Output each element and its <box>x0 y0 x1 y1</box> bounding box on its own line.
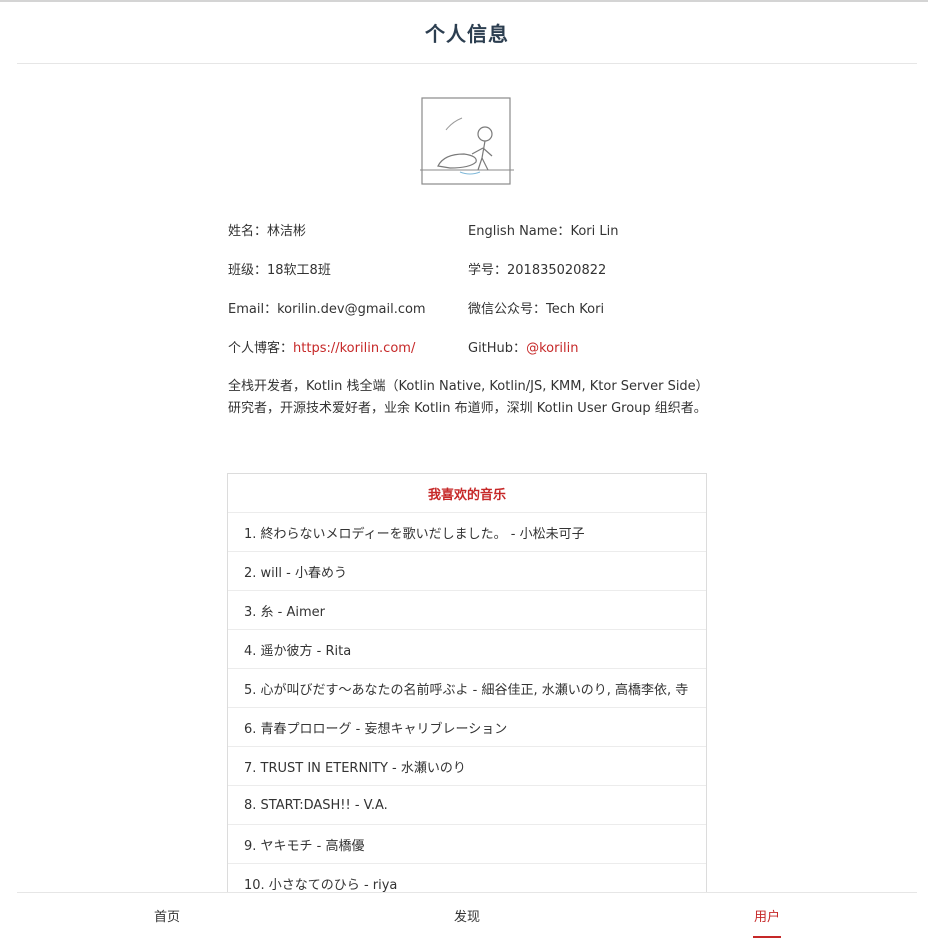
class-value: 18软工8班 <box>267 263 331 278</box>
info-row: Email：korilin.dev@gmail.com 微信公众号：Tech K… <box>228 298 708 337</box>
class-field: 班级：18软工8班 <box>228 259 468 278</box>
student-id-value: 201835020822 <box>507 263 607 278</box>
name-label: 姓名： <box>228 224 268 239</box>
music-list-item[interactable]: 2. will - 小春めう <box>228 552 706 591</box>
wechat-field: 微信公众号：Tech Kori <box>468 298 708 317</box>
tab-user[interactable]: 用户 <box>617 893 917 938</box>
github-field: GitHub：@korilin <box>468 337 708 356</box>
stick-figure-avatar-icon <box>420 97 514 185</box>
bottom-tab-bar: 首页 发现 用户 <box>17 892 917 938</box>
music-list-item[interactable]: 1. 終わらないメロディーを歌いだしました。 - 小松未可子 <box>228 513 706 552</box>
info-row: 个人博客：https://korilin.com/ GitHub：@korili… <box>228 337 708 376</box>
avatar <box>420 96 516 188</box>
music-list-item[interactable]: 7. TRUST IN ETERNITY - 水瀬いのり <box>228 747 706 786</box>
music-list-item[interactable]: 9. ヤキモチ - 高橋優 <box>228 825 706 864</box>
music-list-item[interactable]: 3. 糸 - Aimer <box>228 591 706 630</box>
tab-home[interactable]: 首页 <box>17 893 317 938</box>
student-id-field: 学号：201835020822 <box>468 259 708 278</box>
class-label: 班级： <box>228 263 268 278</box>
tab-discover[interactable]: 发现 <box>317 893 617 938</box>
wechat-value: Tech Kori <box>546 302 605 317</box>
email-field: Email：korilin.dev@gmail.com <box>228 298 468 317</box>
english-name-label: English Name： <box>468 224 571 239</box>
info-row: 姓名：林洁彬 English Name：Kori Lin <box>228 220 708 259</box>
name-value: 林洁彬 <box>267 224 307 239</box>
info-row: 班级：18软工8班 学号：201835020822 <box>228 259 708 298</box>
page-title: 个人信息 <box>425 22 509 46</box>
music-list-item[interactable]: 4. 遥か彼方 - Rita <box>228 630 706 669</box>
tab-home-label: 首页 <box>153 910 180 925</box>
github-link[interactable]: @korilin <box>526 341 578 356</box>
tab-discover-label: 发现 <box>453 910 480 925</box>
music-list-item[interactable]: 8. START:DASH!! - V.A. <box>228 786 706 825</box>
student-id-label: 学号： <box>468 263 508 278</box>
email-value: korilin.dev@gmail.com <box>277 302 426 317</box>
name-field: 姓名：林洁彬 <box>228 220 468 239</box>
wechat-label: 微信公众号： <box>468 302 547 317</box>
blog-label: 个人博客： <box>228 341 294 356</box>
blog-field: 个人博客：https://korilin.com/ <box>228 337 468 356</box>
tab-user-label: 用户 <box>753 910 780 925</box>
profile-info: 姓名：林洁彬 English Name：Kori Lin 班级：18软工8班 学… <box>228 220 708 376</box>
music-list-item[interactable]: 10. 小さなてのひら - riya <box>228 864 706 893</box>
github-label: GitHub： <box>468 341 527 356</box>
english-name-value: Kori Lin <box>570 224 619 239</box>
bio-text: 全栈开发者，Kotlin 栈全端（Kotlin Native, Kotlin/J… <box>228 379 707 416</box>
english-name-field: English Name：Kori Lin <box>468 220 708 239</box>
music-list-item[interactable]: 5. 心が叫びだす～あなたの名前呼ぶよ - 細谷佳正, 水瀬いのり, 高橋李依,… <box>228 669 706 708</box>
page-header: 个人信息 <box>17 2 917 64</box>
favorite-music-list: 我喜欢的音乐 1. 終わらないメロディーを歌いだしました。 - 小松未可子 2.… <box>227 473 707 893</box>
music-list-item[interactable]: 6. 青春プロローグ - 妄想キャリブレーション <box>228 708 706 747</box>
blog-link[interactable]: https://korilin.com/ <box>293 341 415 356</box>
email-label: Email： <box>228 302 278 317</box>
music-list-title: 我喜欢的音乐 <box>228 474 706 513</box>
